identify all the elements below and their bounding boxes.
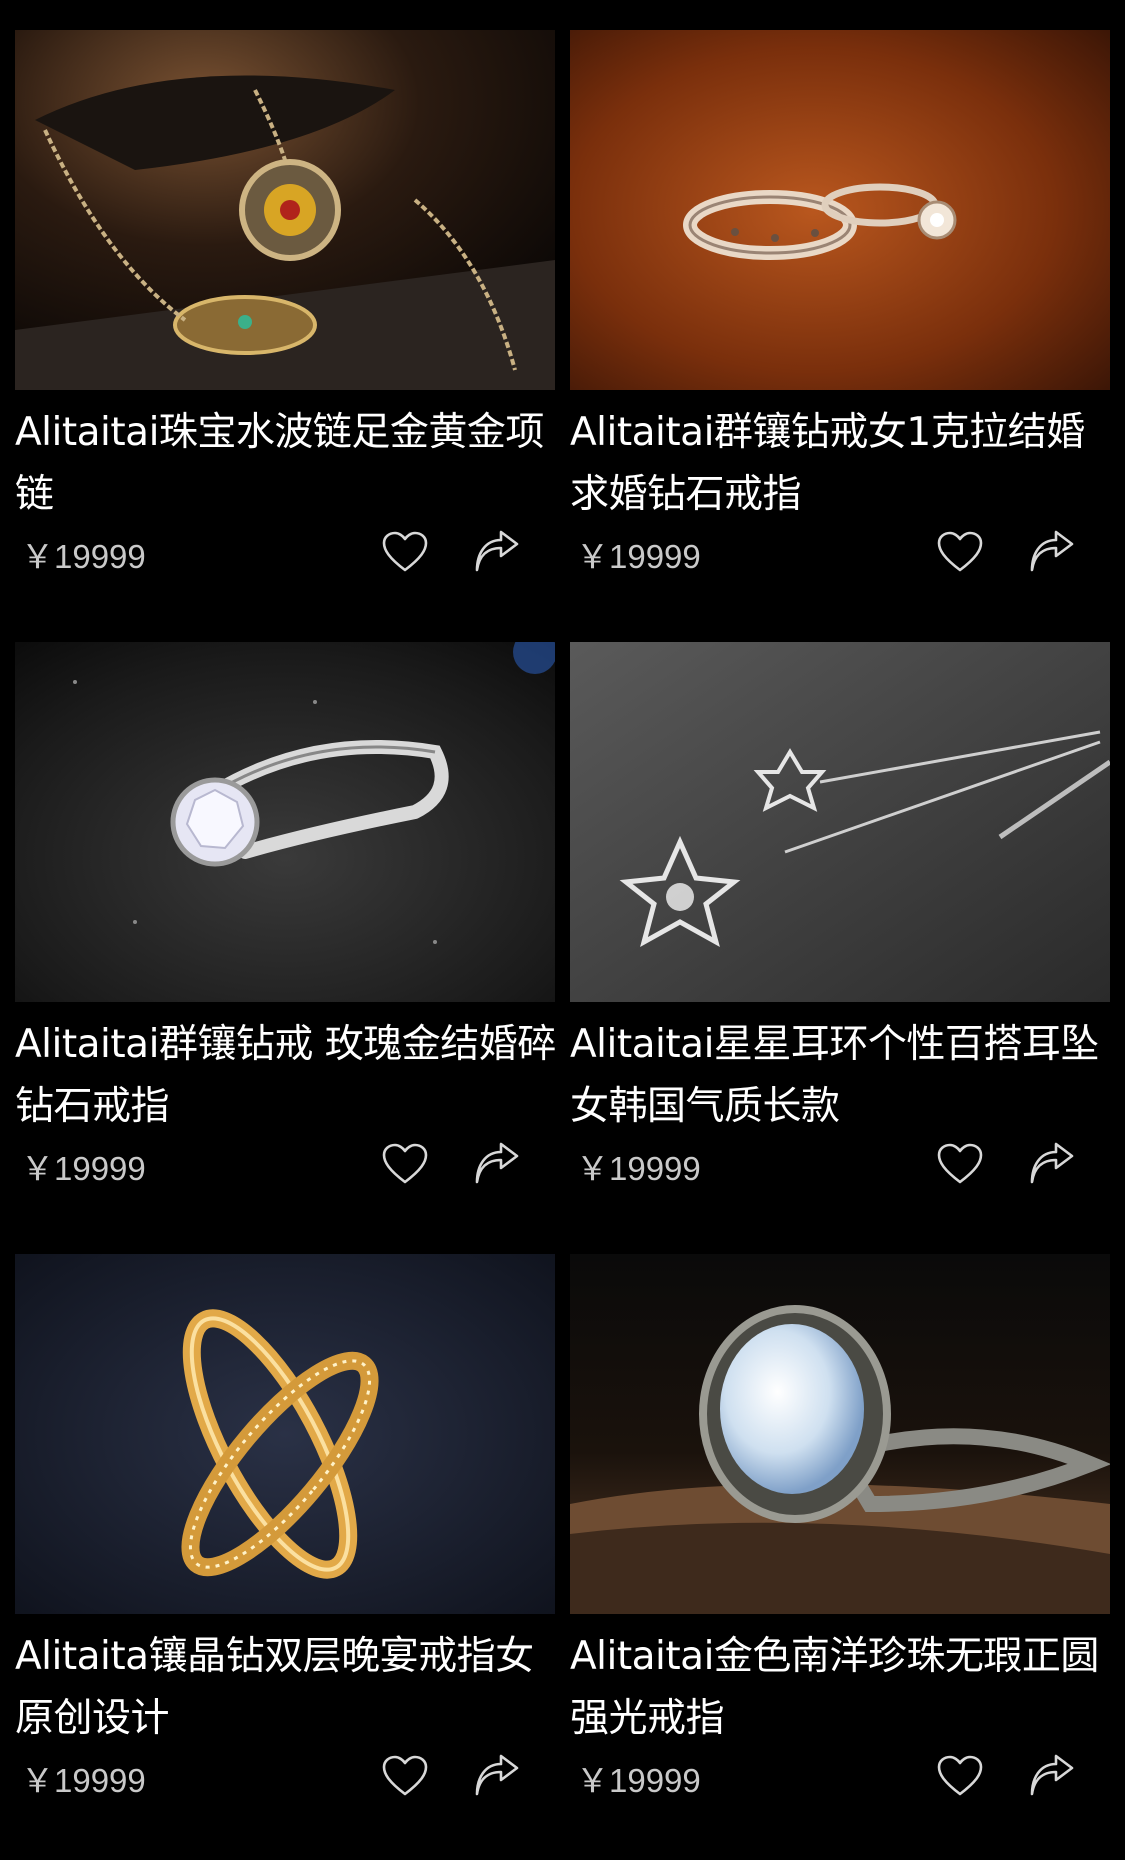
gold-necklace-photo-icon xyxy=(15,30,555,390)
heart-icon xyxy=(937,1755,983,1796)
share-button[interactable] xyxy=(469,1750,525,1802)
product-price: ￥19999 xyxy=(21,538,146,575)
heart-icon xyxy=(937,1143,983,1184)
share-button[interactable] xyxy=(1024,1138,1080,1190)
product-card[interactable]: Alitaitai金色南洋珍珠无瑕正圆强光戒指 ￥19999 xyxy=(570,1254,1110,1854)
share-arrow-icon xyxy=(475,1754,519,1796)
product-meta: ￥19999 xyxy=(15,1138,555,1198)
product-price: ￥19999 xyxy=(21,1150,146,1187)
like-button[interactable] xyxy=(932,1138,988,1190)
share-button[interactable] xyxy=(1024,1750,1080,1802)
diamond-ring-photo-icon xyxy=(15,642,555,1002)
product-meta: ￥19999 xyxy=(570,1750,1110,1810)
heart-icon xyxy=(382,1755,428,1796)
heart-icon xyxy=(382,1143,428,1184)
product-card[interactable]: Alitaita镶晶钻双层晚宴戒指女原创设计 ￥19999 xyxy=(15,1254,555,1854)
gold-crossed-rings-photo-icon xyxy=(15,1254,555,1614)
product-title[interactable]: Alitaita镶晶钻双层晚宴戒指女原创设计 xyxy=(15,1626,560,1750)
product-card[interactable]: Alitaitai珠宝水波链足金黄金项链 ￥19999 xyxy=(15,30,555,630)
product-title[interactable]: Alitaitai群镶钻戒女1克拉结婚求婚钻石戒指 xyxy=(570,402,1115,526)
product-price: ￥19999 xyxy=(576,538,701,575)
product-price: ￥19999 xyxy=(576,1762,701,1799)
product-meta: ￥19999 xyxy=(15,526,555,586)
product-card[interactable]: Alitaitai群镶钻戒女1克拉结婚求婚钻石戒指 ￥19999 xyxy=(570,30,1110,630)
silver-rings-photo-icon xyxy=(570,30,1110,390)
share-button[interactable] xyxy=(469,1138,525,1190)
product-meta: ￥19999 xyxy=(570,1138,1110,1198)
product-price: ￥19999 xyxy=(21,1762,146,1799)
like-button[interactable] xyxy=(377,1750,433,1802)
product-image[interactable] xyxy=(570,642,1110,1002)
like-button[interactable] xyxy=(377,1138,433,1190)
product-image[interactable] xyxy=(15,642,555,1002)
share-button[interactable] xyxy=(1024,526,1080,578)
like-button[interactable] xyxy=(932,1750,988,1802)
product-card[interactable]: Alitaitai星星耳环个性百搭耳坠女韩国气质长款 ￥19999 xyxy=(570,642,1110,1242)
share-button[interactable] xyxy=(469,526,525,578)
moonstone-ring-photo-icon xyxy=(570,1254,1110,1614)
product-title[interactable]: Alitaitai星星耳环个性百搭耳坠女韩国气质长款 xyxy=(570,1014,1115,1138)
product-image[interactable] xyxy=(570,30,1110,390)
share-arrow-icon xyxy=(475,1142,519,1184)
product-title[interactable]: Alitaitai珠宝水波链足金黄金项链 xyxy=(15,402,560,526)
product-card[interactable]: Alitaitai群镶钻戒 玫瑰金结婚碎钻石戒指 ￥19999 xyxy=(15,642,556,1242)
product-title[interactable]: Alitaitai群镶钻戒 玫瑰金结婚碎钻石戒指 xyxy=(15,1014,560,1138)
share-arrow-icon xyxy=(475,530,519,572)
like-button[interactable] xyxy=(932,526,988,578)
product-meta: ￥19999 xyxy=(570,526,1110,586)
star-earrings-photo-icon xyxy=(570,642,1110,1002)
heart-icon xyxy=(937,531,983,572)
heart-icon xyxy=(382,531,428,572)
product-grid: Alitaitai珠宝水波链足金黄金项链 ￥19999 Alitaitai群镶钻… xyxy=(0,0,1125,1860)
share-arrow-icon xyxy=(1030,1142,1074,1184)
product-meta: ￥19999 xyxy=(15,1750,555,1810)
share-arrow-icon xyxy=(1030,1754,1074,1796)
product-price: ￥19999 xyxy=(576,1150,701,1187)
product-image[interactable] xyxy=(570,1254,1110,1614)
like-button[interactable] xyxy=(377,526,433,578)
product-image[interactable] xyxy=(15,30,555,390)
share-arrow-icon xyxy=(1030,530,1074,572)
product-image[interactable] xyxy=(15,1254,555,1614)
product-title[interactable]: Alitaitai金色南洋珍珠无瑕正圆强光戒指 xyxy=(570,1626,1115,1750)
